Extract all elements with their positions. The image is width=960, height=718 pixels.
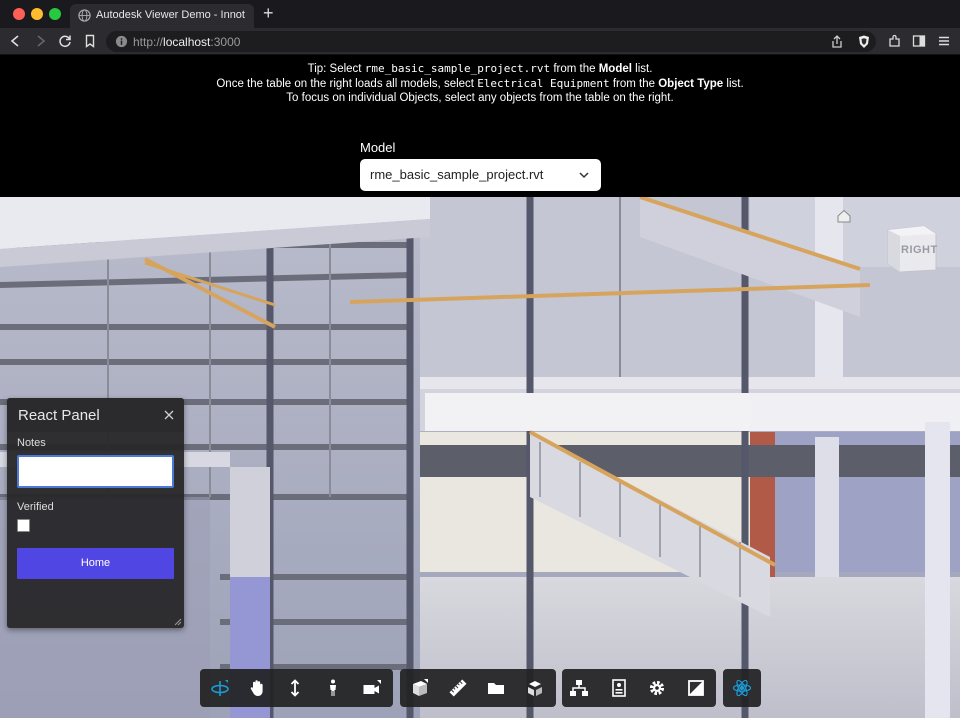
chevron-down-icon (579, 172, 589, 179)
first-person-button[interactable] (318, 673, 348, 703)
tip-code: rme_basic_sample_project.rvt (364, 62, 551, 75)
tip-text: from the (550, 63, 599, 75)
settings-button[interactable] (642, 673, 672, 703)
brave-shield-icon[interactable] (856, 34, 872, 50)
model-label: Model (360, 140, 396, 155)
sidebar-icon[interactable] (911, 33, 927, 49)
url-scheme: http:// (133, 35, 164, 49)
navigation-toolbar-group (200, 669, 393, 707)
tip-bold: Model (598, 63, 632, 75)
tab-title: Autodesk Viewer Demo - Innot (96, 9, 245, 21)
browser-nav-bar: http://localhost:3000 (0, 28, 960, 55)
reload-icon[interactable] (57, 33, 73, 49)
properties-button[interactable] (604, 673, 634, 703)
section-icon (413, 679, 428, 696)
react-icon (732, 679, 752, 697)
react-panel-button[interactable] (727, 673, 757, 703)
page-header: Tip: Select rme_basic_sample_project.rvt… (0, 55, 960, 197)
url-text: http://localhost:3000 (133, 35, 240, 49)
panel-header[interactable]: React Panel (7, 398, 184, 432)
home-button[interactable]: Home (17, 548, 174, 579)
view-home-icon[interactable] (836, 208, 852, 224)
bookmark-icon[interactable] (82, 33, 98, 49)
tip-line-3: To focus on individual Objects, select a… (286, 92, 674, 104)
zoom-icon (290, 679, 300, 697)
tip-text: list. (631, 63, 653, 75)
browser-tab-bar: Autodesk Viewer Demo - Innot + (0, 0, 960, 28)
verified-label: Verified (17, 501, 54, 513)
structure-button[interactable] (564, 673, 594, 703)
fullscreen-icon (688, 680, 704, 696)
forward-icon[interactable] (32, 33, 48, 49)
tip-bold: Object Type (658, 78, 724, 90)
tip-line-2: Once the table on the right loads all mo… (0, 76, 960, 92)
tip-code: Electrical Equipment (477, 77, 610, 90)
tip-text: Tip: Select (307, 63, 365, 75)
share-icon[interactable] (829, 34, 845, 50)
resize-handle-icon[interactable] (174, 618, 182, 626)
model-browser-button[interactable] (481, 673, 511, 703)
camera-button[interactable] (357, 673, 387, 703)
section-button[interactable] (405, 673, 435, 703)
tip-text: from the (609, 78, 659, 90)
camera-icon (363, 680, 381, 694)
globe-icon (78, 9, 91, 22)
settings-toolbar-group (562, 669, 716, 707)
address-bar[interactable]: http://localhost:3000 (106, 31, 876, 52)
orbit-icon (211, 680, 229, 696)
pan-button[interactable] (242, 673, 272, 703)
structure-icon (570, 680, 588, 696)
site-info-icon[interactable] (115, 35, 128, 48)
tip-text: Once the table on the right loads all mo… (216, 78, 478, 90)
menu-icon[interactable] (936, 33, 952, 49)
minimize-window-button[interactable] (31, 8, 43, 20)
view-cube-label: RIGHT (901, 244, 938, 256)
close-icon[interactable] (163, 409, 175, 421)
settings-icon (649, 680, 665, 696)
react-panel: React Panel Notes Verified Home (7, 398, 184, 628)
new-tab-button[interactable]: + (263, 3, 274, 23)
analysis-toolbar-group (400, 669, 556, 707)
model-select[interactable]: rme_basic_sample_project.rvt (360, 159, 601, 191)
model-browser-icon (488, 683, 504, 694)
panel-footer (7, 612, 184, 628)
pan-icon (250, 680, 263, 696)
measure-button[interactable] (443, 673, 473, 703)
url-host: localhost (163, 35, 211, 49)
back-icon[interactable] (8, 33, 24, 49)
explode-button[interactable] (520, 673, 550, 703)
panel-title: React Panel (18, 407, 100, 424)
notes-input[interactable] (17, 455, 174, 488)
close-window-button[interactable] (13, 8, 25, 20)
verified-checkbox[interactable] (17, 519, 30, 532)
zoom-button[interactable] (280, 673, 310, 703)
browser-tab[interactable]: Autodesk Viewer Demo - Innot (70, 4, 254, 28)
extensions-icon[interactable] (887, 33, 903, 49)
first-person-icon (330, 679, 336, 696)
explode-icon (528, 681, 542, 696)
url-port: :3000 (210, 35, 241, 49)
notes-label: Notes (17, 437, 46, 449)
measure-icon (449, 679, 467, 697)
tip-line-1: Tip: Select rme_basic_sample_project.rvt… (0, 61, 960, 77)
orbit-button[interactable] (205, 673, 235, 703)
fullscreen-button[interactable] (681, 673, 711, 703)
extension-toolbar-group (723, 669, 761, 707)
properties-icon (612, 679, 626, 697)
model-selected-value: rme_basic_sample_project.rvt (370, 167, 544, 182)
tip-text: list. (723, 78, 744, 90)
maximize-window-button[interactable] (49, 8, 61, 20)
